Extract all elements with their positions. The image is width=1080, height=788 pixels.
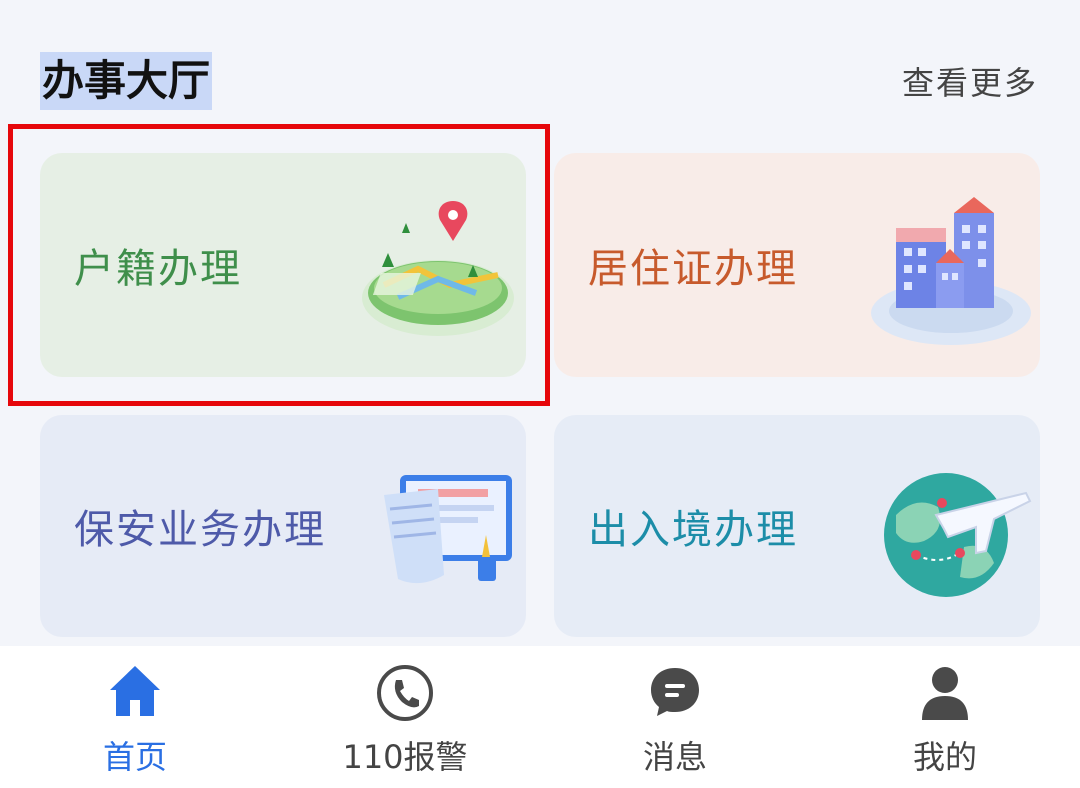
section-header: 办事大厅 查看更多 <box>0 0 1080 120</box>
tab-110-alarm[interactable]: 110报警 <box>270 646 540 788</box>
tab-label: 110报警 <box>342 738 468 776</box>
view-more-link[interactable]: 查看更多 <box>902 58 1038 104</box>
bottom-tab-bar: 首页 110报警 消息 我的 <box>0 646 1080 788</box>
card-baoan[interactable]: 保安业务办理 <box>40 415 526 637</box>
message-icon <box>651 668 699 716</box>
section-title: 办事大厅 <box>40 52 213 110</box>
tab-messages[interactable]: 消息 <box>540 646 810 788</box>
selection-highlight <box>8 124 550 406</box>
card-label: 保安业务办理 <box>74 507 326 553</box>
card-juzhu[interactable]: 居住证办理 <box>554 153 1040 377</box>
card-label: 出入境办理 <box>588 507 798 553</box>
tab-label: 我的 <box>912 738 977 776</box>
user-icon <box>922 667 968 720</box>
document-illustration-icon <box>384 475 512 584</box>
globe-airplane-illustration-icon <box>884 473 1032 597</box>
building-illustration-icon <box>871 197 1031 345</box>
tab-mine[interactable]: 我的 <box>810 646 1080 788</box>
card-churu[interactable]: 出入境办理 <box>554 415 1040 637</box>
card-label: 居住证办理 <box>588 246 798 292</box>
phone-icon <box>377 665 433 721</box>
home-icon <box>110 666 160 716</box>
tab-label: 首页 <box>102 738 167 776</box>
tab-home[interactable]: 首页 <box>0 646 270 788</box>
tab-label: 消息 <box>642 738 707 776</box>
